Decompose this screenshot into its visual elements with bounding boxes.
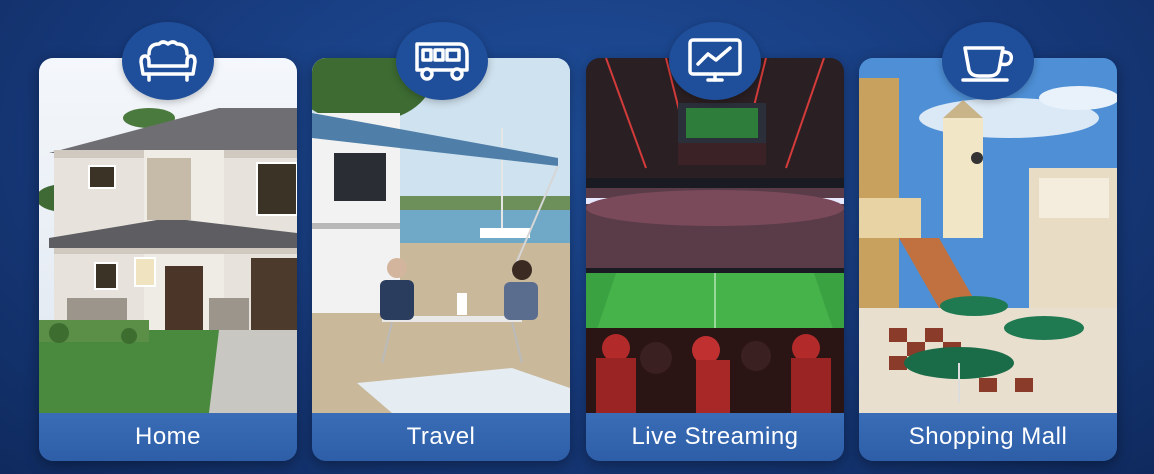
home-photo: [39, 58, 297, 413]
stadium-photo: [586, 58, 844, 413]
card-home[interactable]: Home: [39, 58, 297, 461]
card-label: Travel: [312, 413, 570, 461]
card-label: Live Streaming: [586, 413, 844, 461]
card-travel[interactable]: Travel: [312, 58, 570, 461]
mall-photo: [859, 58, 1117, 413]
card-shopping-mall[interactable]: Shopping Mall: [859, 58, 1117, 461]
rv-bus-icon: [396, 22, 488, 100]
sofa-icon: [122, 22, 214, 100]
card-label: Shopping Mall: [859, 413, 1117, 461]
coffee-cup-icon: [942, 22, 1034, 100]
card-label: Home: [39, 413, 297, 461]
card-live-streaming[interactable]: Live Streaming: [586, 58, 844, 461]
travel-photo: [312, 58, 570, 413]
monitor-chart-icon: [669, 22, 761, 100]
